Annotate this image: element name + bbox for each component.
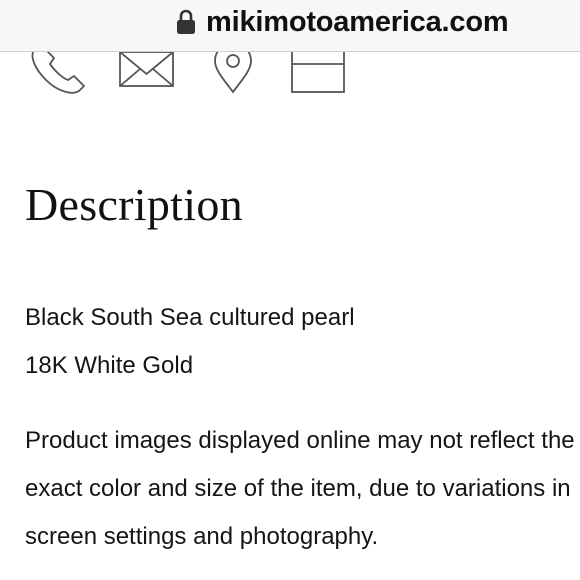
section-heading: Description [25,179,243,230]
location-pin-icon[interactable] [210,52,256,96]
browser-address-bar[interactable]: mikimotoamerica.com [0,0,580,52]
lock-icon [177,9,195,34]
detail-metal: 18K White Gold [25,352,194,379]
mail-icon[interactable] [118,52,176,96]
url-display[interactable]: mikimotoamerica.com [176,4,509,40]
disclaimer-line: Product images displayed online may not … [25,427,575,454]
disclaimer-line: exact color and size of the item, due to… [25,475,571,502]
disclaimer-line: screen settings and photography. [25,523,379,550]
url-domain: mikimotoamerica.com [206,5,509,38]
detail-pearl: Black South Sea cultured pearl [25,304,355,331]
contact-icons-row [0,52,580,102]
card-icon[interactable] [290,52,348,96]
phone-icon[interactable] [26,52,92,96]
